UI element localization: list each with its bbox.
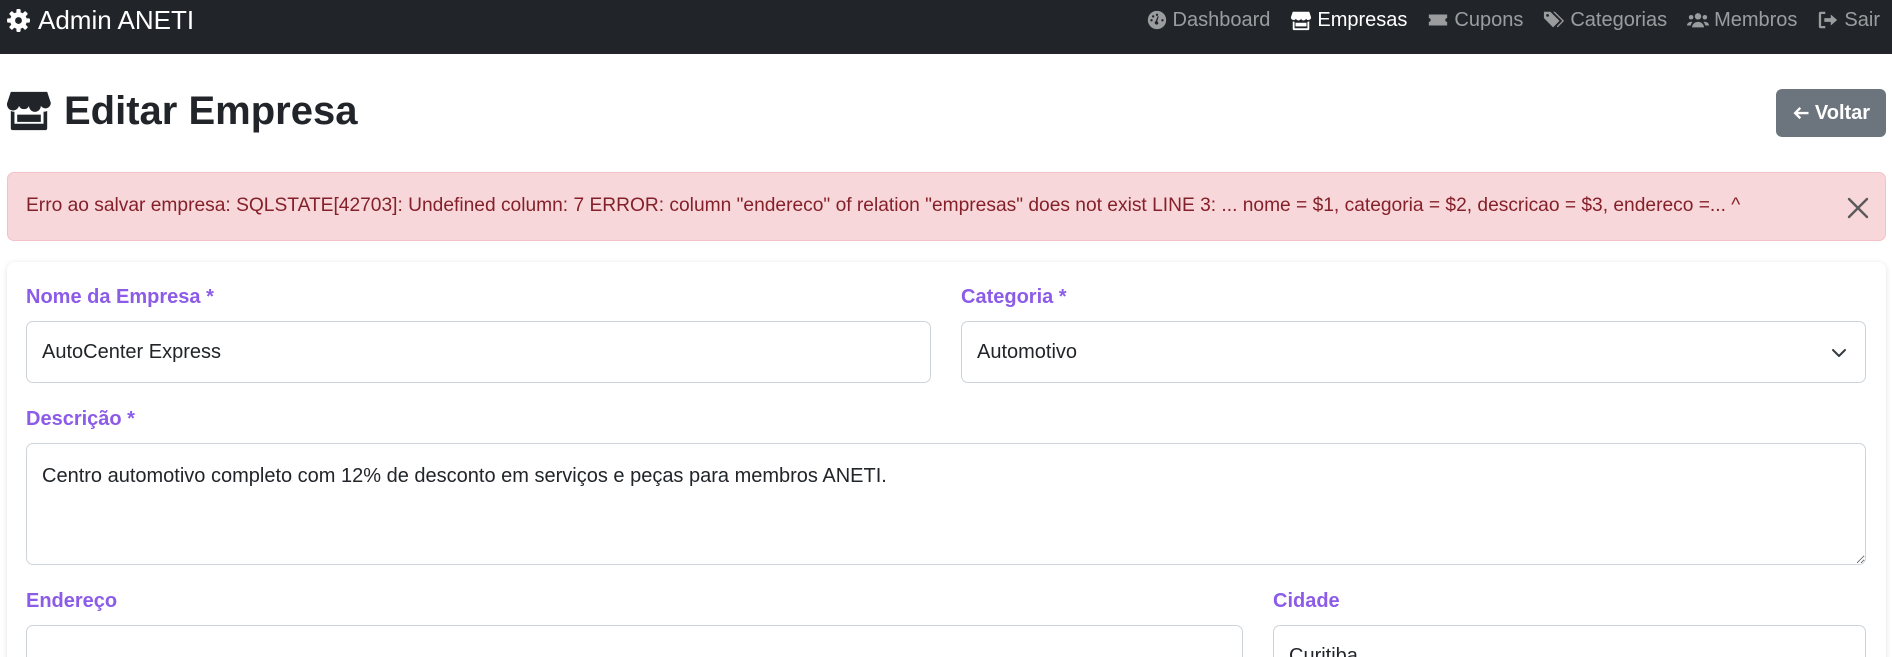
store-icon — [1291, 11, 1312, 31]
nav-label-sair: Sair — [1844, 8, 1880, 31]
brand-label: Admin ANETI — [38, 4, 195, 35]
tags-icon — [1544, 11, 1565, 28]
navbar-menu: Dashboard Empresas Cupons Categorias Mem… — [1126, 7, 1880, 33]
categoria-label: Categoria * — [961, 286, 1067, 308]
tachometer-icon — [1147, 10, 1166, 30]
form-card: Nome da Empresa * Categoria * Automotivo… — [7, 262, 1886, 657]
descricao-label: Descrição * — [26, 408, 135, 430]
cidade-input[interactable] — [1273, 625, 1866, 657]
categoria-selected-value: Automotivo — [977, 340, 1078, 363]
nav-label-membros: Membros — [1714, 8, 1798, 31]
back-button-label: Voltar — [1814, 101, 1871, 124]
nav-item-categorias[interactable]: Categorias — [1543, 9, 1667, 32]
nav-item-sair[interactable]: Sair — [1817, 9, 1880, 32]
nav-item-membros[interactable]: Membros — [1687, 9, 1797, 32]
categoria-select[interactable]: Automotivo — [961, 321, 1866, 383]
nav-label-cupons: Cupons — [1454, 8, 1524, 31]
nav-item-dashboard[interactable]: Dashboard — [1146, 8, 1271, 32]
endereco-label: Endereço — [26, 590, 118, 612]
error-alert: Erro ao salvar empresa: SQLSTATE[42703]:… — [7, 172, 1886, 241]
nav-label-dashboard: Dashboard — [1172, 8, 1271, 31]
cidade-label: Cidade — [1273, 590, 1340, 612]
back-button[interactable]: Voltar — [1776, 89, 1886, 137]
page-title: Editar Empresa — [7, 86, 357, 136]
nome-label: Nome da Empresa * — [26, 286, 214, 308]
error-alert-message: Erro ao salvar empresa: SQLSTATE[42703]:… — [26, 195, 1741, 216]
nav-label-empresas: Empresas — [1317, 8, 1408, 31]
nome-input[interactable] — [26, 321, 931, 383]
navbar-brand[interactable]: Admin ANETI — [6, 4, 195, 35]
top-navbar: Admin ANETI Dashboard Empresas Cupons Ca… — [0, 0, 1892, 54]
arrow-left-icon — [1793, 107, 1809, 120]
close-icon[interactable] — [1845, 195, 1871, 221]
endereco-input[interactable] — [26, 625, 1243, 657]
nav-item-cupons[interactable]: Cupons — [1427, 9, 1523, 32]
store-icon — [7, 91, 51, 131]
users-icon — [1687, 13, 1710, 28]
ticket-icon — [1429, 14, 1448, 26]
sign-out-icon — [1819, 11, 1838, 29]
page-title-text: Editar Empresa — [64, 88, 358, 133]
gear-icon — [7, 8, 30, 32]
chevron-down-icon — [1832, 349, 1846, 357]
nav-item-empresas[interactable]: Empresas — [1290, 9, 1407, 32]
descricao-textarea[interactable]: Centro automotivo completo com 12% de de… — [26, 443, 1866, 565]
nav-label-categorias: Categorias — [1570, 8, 1668, 31]
